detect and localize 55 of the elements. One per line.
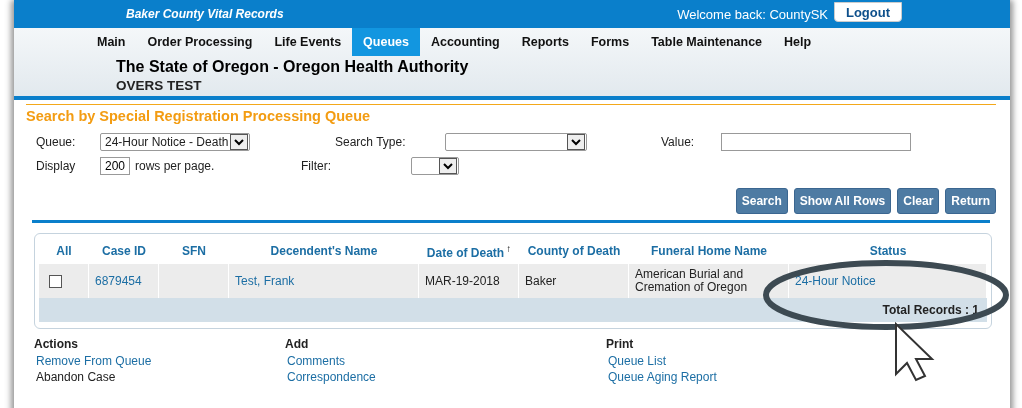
queue-dropdown[interactable]: 24-Hour Notice - Death	[100, 133, 250, 151]
sort-arrow: ↑	[506, 242, 512, 254]
section-heading: Add	[285, 337, 309, 351]
row-checkbox[interactable]	[49, 274, 62, 288]
welcome-text: Welcome back: CountySK	[677, 6, 828, 22]
queue-label: Queue:	[36, 135, 77, 149]
rows-count-field[interactable]: 200	[100, 157, 130, 175]
action-link[interactable]: Remove From Queue	[36, 353, 152, 369]
filter-label: Filter:	[301, 159, 332, 173]
app-title: Baker County Vital Records	[126, 7, 284, 21]
table-cell-text: American Burial and Cremation of Oregon	[635, 267, 749, 295]
rows-per-page-label: rows per page.	[135, 159, 216, 173]
search-type-label: Search Type:	[335, 135, 407, 149]
menu-tab[interactable]: Table Maintenance	[640, 28, 774, 56]
column-header[interactable]: Funeral Home Name	[650, 244, 767, 258]
section-title: Search by Special Registration Processing Queue	[26, 104, 996, 124]
display-label: Display	[36, 159, 77, 173]
agency-title: The State of Oregon - Oregon Health Authority	[116, 58, 470, 76]
status-link[interactable]: 24-Hour Notice	[795, 274, 876, 288]
action-button[interactable]: Search	[735, 188, 788, 214]
table-cell: MAR-19-2018	[425, 274, 500, 288]
action-link[interactable]: Correspondence	[287, 369, 376, 385]
menu-tab[interactable]: Reports	[510, 28, 580, 56]
search-type-dropdown[interactable]	[445, 133, 587, 151]
name-link[interactable]: Test, Frank	[235, 274, 295, 288]
menu-tab[interactable]: Order Processing	[136, 28, 264, 56]
case-id-link[interactable]: 6879454	[95, 274, 142, 288]
column-header[interactable]: Status	[869, 244, 907, 258]
column-header[interactable]: Case ID	[102, 244, 146, 258]
menu-tab[interactable]: Life Events	[263, 28, 353, 56]
environment-label: OVERS TEST	[116, 78, 203, 93]
action-button[interactable]: Clear	[897, 188, 940, 214]
table-cell: Baker	[525, 274, 557, 288]
action-link[interactable]: Queue List	[608, 353, 667, 369]
column-header[interactable]: Decendent's Name	[270, 244, 378, 258]
menu-tab[interactable]: Queues	[352, 28, 420, 56]
column-header[interactable]: County of Death	[527, 244, 621, 258]
action-button[interactable]: Return	[945, 188, 996, 214]
filter-dropdown[interactable]	[411, 157, 459, 175]
column-header[interactable]: All	[56, 244, 72, 258]
value-field[interactable]	[721, 133, 911, 151]
disabled-action: Abandon Case	[36, 369, 116, 385]
menu-tab[interactable]: Help	[773, 28, 823, 56]
action-button[interactable]: Show All Rows	[793, 188, 892, 214]
action-link[interactable]: Queue Aging Report	[608, 369, 717, 385]
column-header[interactable]: Date of Death	[426, 245, 505, 260]
section-heading: Actions	[34, 337, 78, 351]
action-link[interactable]: Comments	[287, 353, 345, 369]
menu-tab[interactable]: Main	[86, 28, 137, 56]
value-label: Value:	[661, 135, 696, 149]
logout-button[interactable]: Logout	[834, 2, 902, 22]
section-heading: Print	[606, 337, 634, 351]
menu-tab[interactable]: Forms	[579, 28, 641, 56]
menu-tab[interactable]: Accounting	[419, 28, 511, 56]
column-header[interactable]: SFN	[182, 244, 206, 258]
